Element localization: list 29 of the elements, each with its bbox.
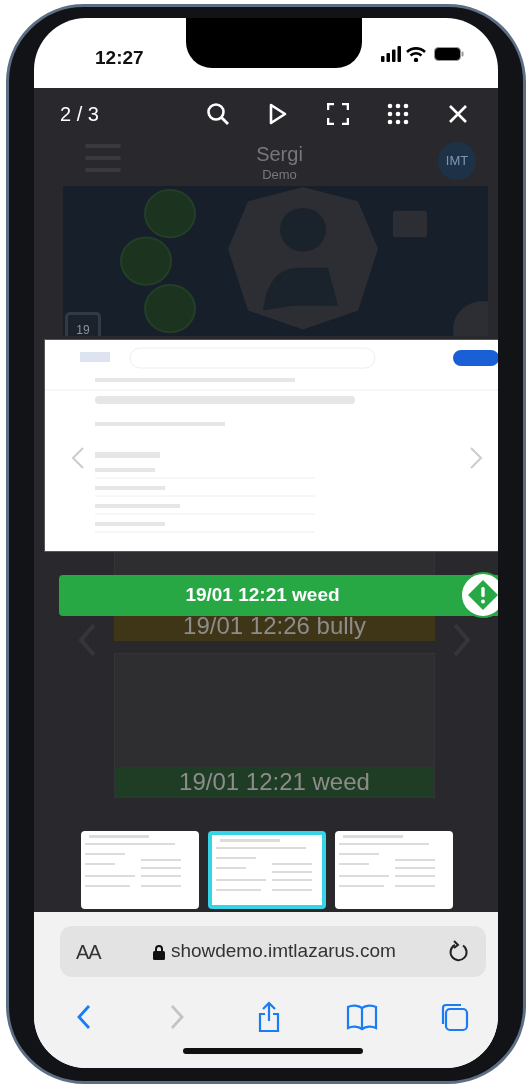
status-time: 12:27 xyxy=(95,47,144,68)
alert-bar: 19/01 12:21 weed xyxy=(115,767,434,797)
thumbnail[interactable] xyxy=(335,831,453,909)
fullscreen-icon xyxy=(327,103,349,125)
thumbnail[interactable] xyxy=(208,831,326,909)
warning-diamond-icon xyxy=(460,572,498,618)
page-subtitle: Demo xyxy=(262,168,297,181)
play-icon xyxy=(268,103,288,125)
url-text: showdemo.imtlazarus.com xyxy=(170,939,396,964)
avatar: IMT xyxy=(438,142,476,180)
grid-icon xyxy=(387,103,409,125)
image-counter: 2 / 3 xyxy=(60,102,99,127)
battery-icon xyxy=(434,47,464,61)
text-size-button[interactable]: AA xyxy=(76,936,101,967)
lock-icon xyxy=(152,943,165,960)
thumbnail[interactable] xyxy=(81,831,199,909)
page-title: Sergi xyxy=(256,144,303,164)
signal-icon xyxy=(381,46,401,62)
book-icon xyxy=(345,1003,378,1031)
close-icon xyxy=(448,104,468,124)
reload-icon[interactable] xyxy=(448,939,470,964)
tabs-icon xyxy=(439,1002,469,1032)
chevron-right-icon xyxy=(168,1003,185,1031)
wifi-icon xyxy=(406,46,426,62)
search-icon xyxy=(206,102,230,126)
chevron-left-icon xyxy=(76,1003,92,1031)
share-icon xyxy=(257,1001,281,1033)
calendar-day: 19 xyxy=(65,312,101,336)
address-bar[interactable]: AA showdemo.imtlazarus.com xyxy=(60,926,486,977)
